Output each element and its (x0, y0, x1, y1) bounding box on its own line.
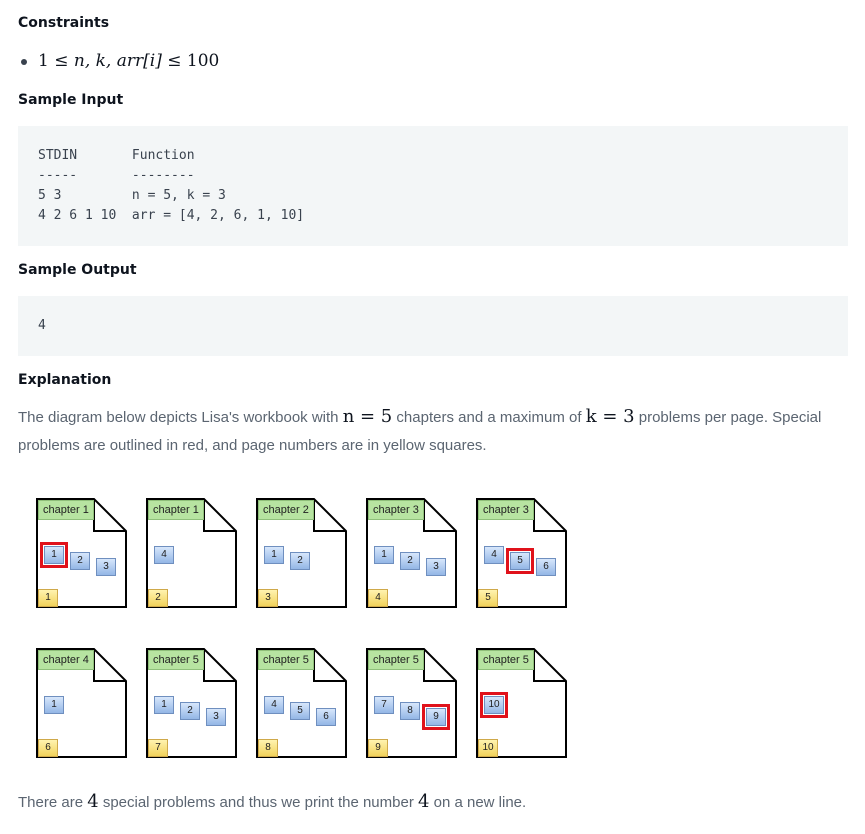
explanation-text: The diagram below depicts Lisa's workboo… (18, 409, 343, 426)
explanation-heading: Explanation (18, 372, 112, 388)
chapter-label: chapter 1 (148, 500, 204, 520)
page-number-badge: 9 (368, 739, 388, 757)
workbook-page: chapter 5 10 10 (476, 648, 567, 758)
n-formula: n = 5 (342, 406, 393, 427)
workbook-page: chapter 57899 (366, 648, 457, 758)
problem-box: 1 (44, 696, 64, 714)
explanation-text: chapters and a maximum of (392, 409, 586, 426)
workbook-page: chapter 3 123 4 (366, 498, 457, 608)
problem-box: 1 (154, 696, 174, 714)
chapter-label: chapter 3 (478, 500, 534, 520)
conclusion-paragraph: There are 4 special problems and thus we… (18, 788, 838, 817)
workbook-page: chapter 34565 (476, 498, 567, 608)
page-number-badge: 6 (38, 739, 58, 757)
explanation-text: problems are outlined in red, and page n… (18, 437, 487, 454)
problem-box: 3 (206, 708, 226, 726)
output-value: 4 (38, 318, 46, 333)
page-number-badge: 8 (258, 739, 278, 757)
conclusion-text: special problems and thus we print the n… (98, 794, 418, 811)
page-number-badge: 4 (368, 589, 388, 607)
constraint-vars: n, k, arr[i] (73, 51, 162, 71)
page-number-badge: 5 (478, 589, 498, 607)
explanation-paragraph: The diagram below depicts Lisa's workboo… (18, 403, 838, 460)
problem-box: 6 (316, 708, 336, 726)
constraint-prefix: 1 ≤ (38, 51, 74, 71)
chapter-label: chapter 5 (478, 650, 534, 670)
problem-box: 3 (96, 558, 116, 576)
sample-input-heading: Sample Input (18, 92, 124, 108)
bullet-icon (21, 59, 27, 65)
constraint-formula: 1 ≤ n, k, arr[i] ≤ 100 (38, 51, 219, 71)
special-problem-box: 1 (40, 542, 68, 568)
chapter-label: chapter 5 (148, 650, 204, 670)
conclusion-text: on a new line. (429, 794, 527, 811)
chapter-label: chapter 3 (368, 500, 424, 520)
k-formula: k = 3 (585, 406, 635, 427)
constraints-heading: Constraints (18, 15, 110, 31)
problem-box: 2 (70, 552, 90, 570)
chapter-label: chapter 1 (38, 500, 94, 520)
code-line: STDIN Function (38, 148, 195, 163)
chapter-label: chapter 5 (368, 650, 424, 670)
sample-output-block: 4 (18, 296, 848, 356)
code-line: 4 2 6 1 10 arr = [4, 2, 6, 1, 10] (38, 208, 305, 223)
special-problem-box: 9 (422, 704, 450, 730)
problem-box: 4 (154, 546, 174, 564)
workbook-page: chapter 1 4 2 (146, 498, 237, 608)
page-number-badge: 7 (148, 739, 168, 757)
explanation-text: problems per page. Special (634, 409, 822, 426)
problem-box: 3 (426, 558, 446, 576)
code-line: ----- -------- (38, 168, 195, 183)
special-problem-box: 10 (480, 692, 508, 718)
problem-box: 2 (400, 552, 420, 570)
page-number-badge: 3 (258, 589, 278, 607)
sample-output-heading: Sample Output (18, 262, 137, 278)
workbook-page: chapter 2 12 3 (256, 498, 347, 608)
workbook-page: chapter 11231 (36, 498, 127, 608)
problem-box: 4 (484, 546, 504, 564)
workbook-page: chapter 4 1 6 (36, 648, 127, 758)
problem-box: 5 (290, 702, 310, 720)
conclusion-text: There are (18, 794, 88, 811)
sample-input-block: STDIN Function ----- -------- 5 3 n = 5,… (18, 126, 848, 246)
special-problem-box: 5 (506, 548, 534, 574)
chapter-label: chapter 5 (258, 650, 314, 670)
problem-box: 7 (374, 696, 394, 714)
problem-box: 1 (264, 546, 284, 564)
chapter-label: chapter 4 (38, 650, 94, 670)
workbook-page: chapter 5 123 7 (146, 648, 237, 758)
count-formula: 4 (87, 791, 99, 812)
problem-box: 2 (290, 552, 310, 570)
page-number-badge: 1 (38, 589, 58, 607)
page-number-badge: 10 (478, 739, 498, 757)
problem-box: 6 (536, 558, 556, 576)
problem-box: 2 (180, 702, 200, 720)
constraint-suffix: ≤ 100 (161, 51, 220, 71)
code-line: 5 3 n = 5, k = 3 (38, 188, 226, 203)
page-number-badge: 2 (148, 589, 168, 607)
problem-box: 1 (374, 546, 394, 564)
workbook-page: chapter 5 456 8 (256, 648, 347, 758)
chapter-label: chapter 2 (258, 500, 314, 520)
problem-box: 4 (264, 696, 284, 714)
problem-box: 8 (400, 702, 420, 720)
count-formula: 4 (418, 791, 430, 812)
